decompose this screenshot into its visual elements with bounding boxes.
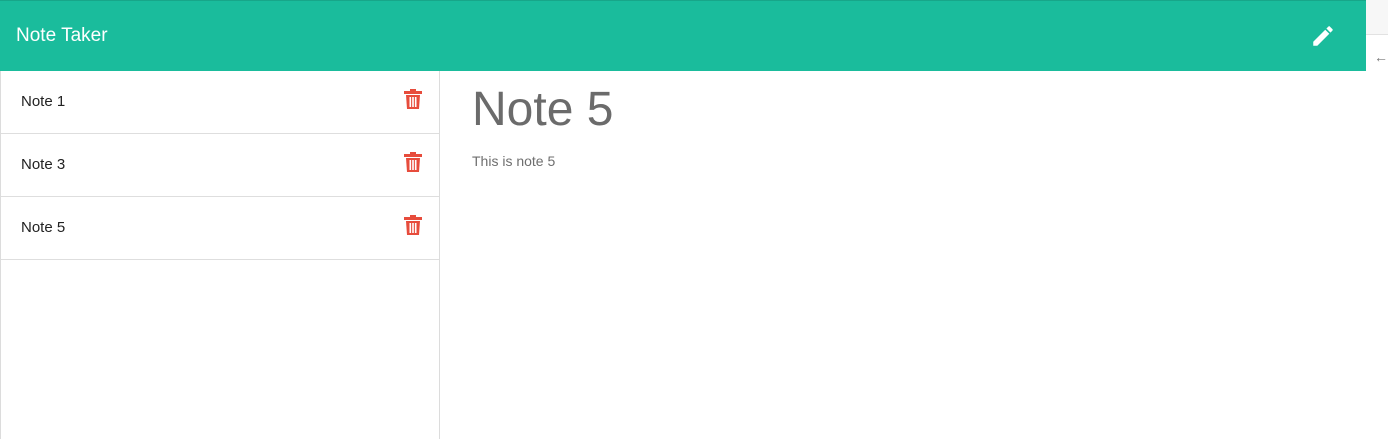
note-list-item-title: Note 5	[21, 219, 66, 236]
note-body[interactable]: This is note 5	[472, 152, 1352, 170]
window-edge: ←	[1366, 0, 1388, 439]
new-note-button[interactable]	[1306, 21, 1340, 51]
trash-icon[interactable]	[404, 215, 422, 235]
note-title[interactable]: Note 5	[472, 82, 1352, 138]
back-arrow-icon[interactable]: ←	[1374, 50, 1388, 64]
note-list-item[interactable]: Note 3	[1, 134, 439, 197]
trash-icon[interactable]	[404, 89, 422, 109]
note-list-item[interactable]: Note 1	[1, 71, 439, 134]
notes-sidebar: Note 1 Note 3 Note 5	[0, 71, 440, 439]
note-list-item-title: Note 1	[21, 93, 66, 110]
note-list-item[interactable]: Note 5	[1, 197, 439, 260]
navbar: Note Taker	[0, 0, 1366, 71]
note-list-item-title: Note 3	[21, 156, 66, 173]
pencil-icon	[1313, 26, 1333, 46]
app-brand[interactable]: Note Taker	[16, 24, 108, 48]
trash-icon[interactable]	[404, 152, 422, 172]
edge-topband	[1366, 0, 1388, 35]
note-editor: Note 5 This is note 5	[472, 82, 1352, 170]
